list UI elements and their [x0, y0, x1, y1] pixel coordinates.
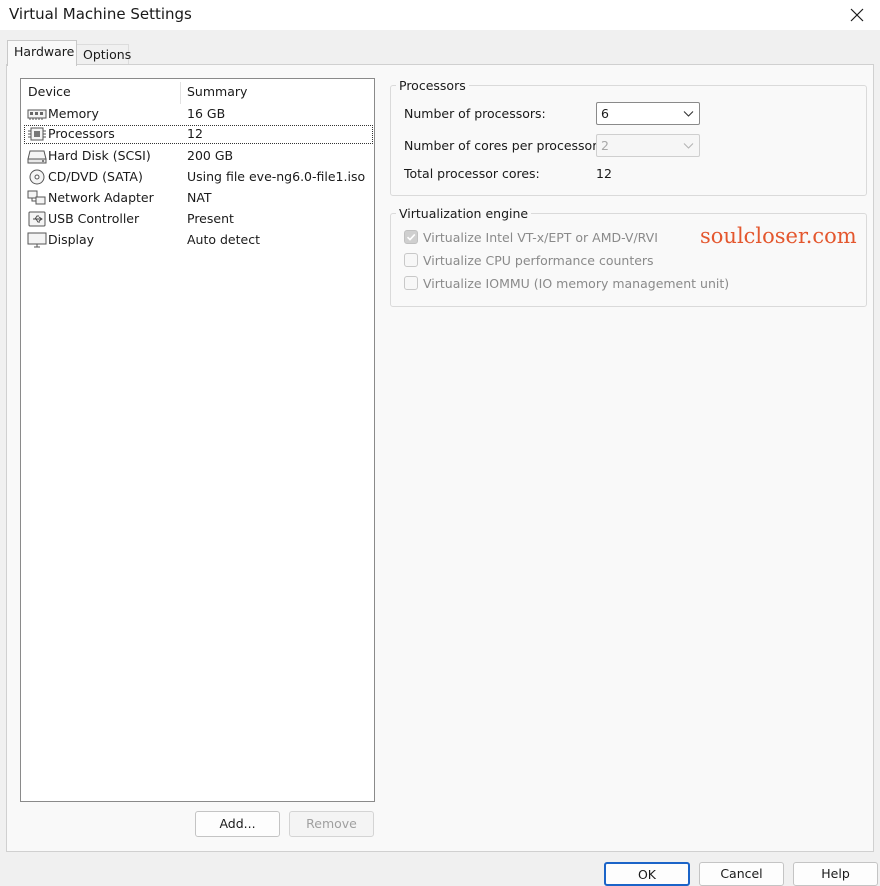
- processors-legend: Processors: [396, 78, 469, 93]
- tab-options[interactable]: Options: [77, 44, 131, 65]
- num-processors-value: 6: [601, 106, 609, 121]
- device-name: USB Controller: [48, 211, 140, 226]
- title-bar: Virtual Machine Settings: [0, 0, 880, 30]
- device-summary: Auto detect: [187, 232, 260, 247]
- tab-hardware[interactable]: Hardware: [7, 40, 77, 66]
- device-name: Network Adapter: [48, 190, 154, 205]
- checkmark-icon: [406, 233, 416, 241]
- iommu-checkbox[interactable]: [404, 276, 418, 290]
- device-row-memory[interactable]: Memory 16 GB: [24, 105, 373, 124]
- vtx-ept-checkbox[interactable]: [404, 230, 418, 244]
- device-name: CD/DVD (SATA): [48, 169, 143, 184]
- close-button[interactable]: [834, 0, 880, 30]
- processor-icon: [28, 127, 46, 141]
- cpu-perf-counters-checkbox[interactable]: [404, 253, 418, 267]
- device-name: Processors: [48, 126, 115, 141]
- virtualization-engine-legend: Virtualization engine: [396, 206, 532, 221]
- device-row-network-adapter[interactable]: Network Adapter NAT: [24, 189, 373, 208]
- device-name: Memory: [48, 106, 99, 121]
- device-row-display[interactable]: Display Auto detect: [24, 231, 373, 250]
- cores-per-processor-select[interactable]: 2: [596, 134, 700, 157]
- device-row-cd-dvd[interactable]: CD/DVD (SATA) Using file eve-ng6.0-file1…: [24, 168, 373, 187]
- iommu-label: Virtualize IOMMU (IO memory management u…: [423, 276, 730, 291]
- cores-per-processor-value: 2: [601, 138, 609, 153]
- display-icon: [27, 232, 47, 248]
- num-processors-select[interactable]: 6: [596, 102, 700, 125]
- device-name: Display: [48, 232, 95, 247]
- total-cores-label: Total processor cores:: [404, 166, 540, 181]
- device-name: Hard Disk (SCSI): [48, 148, 151, 163]
- usb-icon: [28, 211, 46, 227]
- cores-per-processor-label: Number of cores per processor:: [404, 138, 602, 153]
- device-summary: 16 GB: [187, 106, 226, 121]
- num-processors-label: Number of processors:: [404, 106, 546, 121]
- column-header-device[interactable]: Device: [28, 84, 71, 99]
- device-summary: 12: [187, 126, 203, 141]
- vtx-ept-label: Virtualize Intel VT-x/EPT or AMD-V/RVI: [423, 230, 658, 245]
- chevron-down-icon: [683, 111, 694, 117]
- device-summary: Using file eve-ng6.0-file1.iso: [187, 169, 366, 184]
- watermark-text: soulcloser.com: [700, 224, 857, 248]
- window-title: Virtual Machine Settings: [9, 5, 192, 23]
- device-summary: Present: [187, 211, 234, 226]
- device-summary: NAT: [187, 190, 212, 205]
- ok-button[interactable]: OK: [604, 862, 690, 886]
- add-device-button[interactable]: Add...: [195, 811, 280, 837]
- device-row-hard-disk[interactable]: Hard Disk (SCSI) 200 GB: [24, 147, 373, 166]
- column-header-summary[interactable]: Summary: [187, 84, 247, 99]
- help-button[interactable]: Help: [793, 862, 878, 886]
- network-adapter-icon: [27, 190, 46, 205]
- device-row-usb-controller[interactable]: USB Controller Present: [24, 210, 373, 229]
- close-icon: [850, 8, 864, 22]
- chevron-down-icon: [683, 143, 694, 149]
- total-cores-value: 12: [596, 166, 612, 181]
- device-summary: 200 GB: [187, 148, 234, 163]
- cancel-button[interactable]: Cancel: [699, 862, 784, 886]
- device-row-processors[interactable]: Processors 12: [24, 125, 373, 144]
- device-list[interactable]: Device Summary Memory 16 GB Processors 1…: [20, 78, 375, 802]
- cd-dvd-icon: [29, 169, 45, 185]
- cpu-perf-counters-label: Virtualize CPU performance counters: [423, 253, 654, 268]
- memory-icon: [27, 109, 47, 120]
- hard-disk-icon: [27, 150, 47, 164]
- remove-device-button[interactable]: Remove: [289, 811, 374, 837]
- column-separator[interactable]: [180, 82, 181, 104]
